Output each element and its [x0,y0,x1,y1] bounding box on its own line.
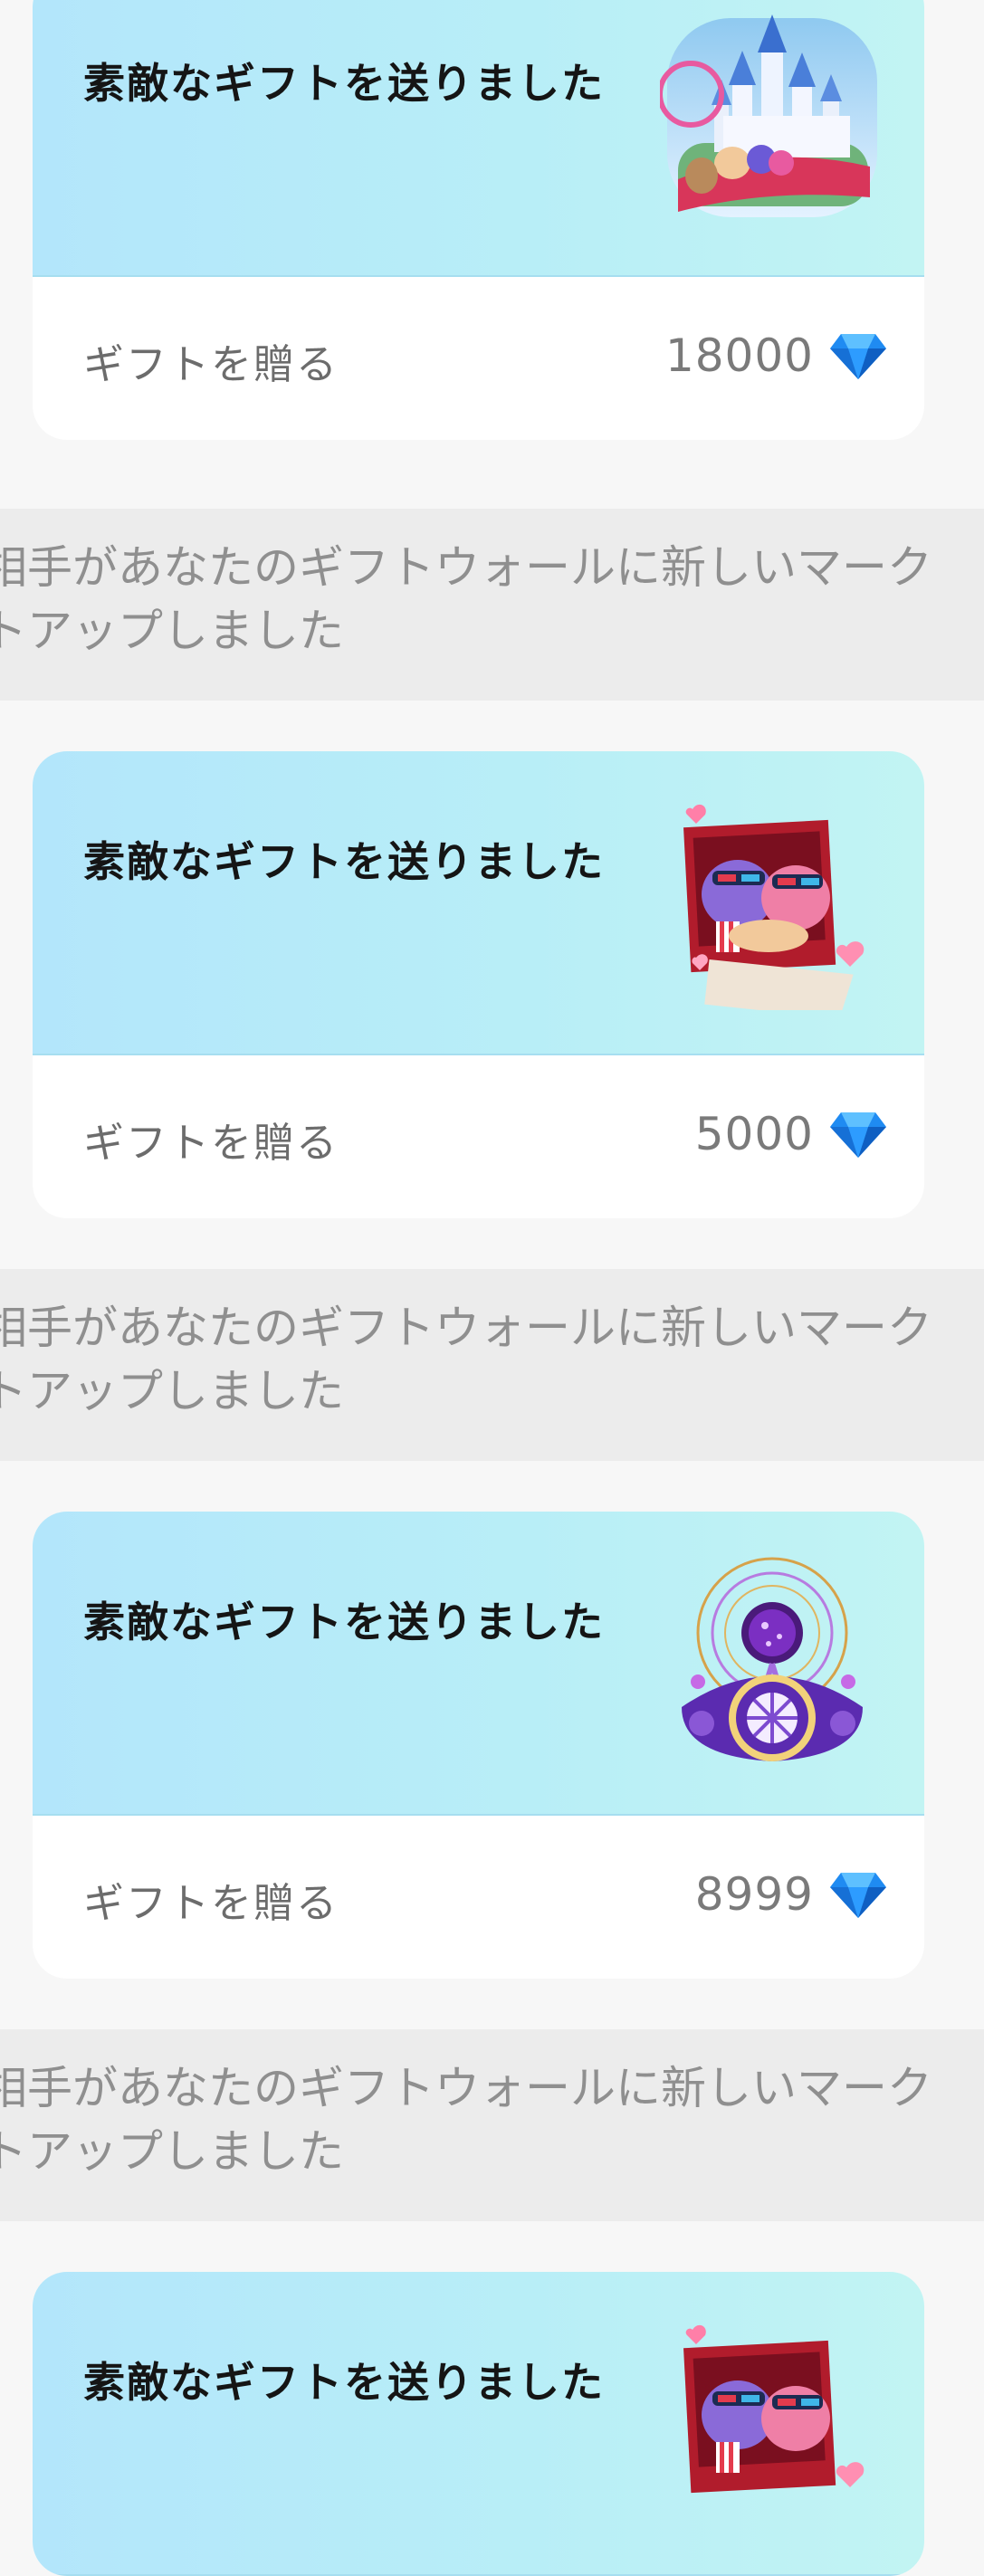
system-notice-text: 相手があなたのギフトウォールに新しいマーク トアップしました [0,536,984,663]
gift-message-card[interactable]: 素敵なギフトを送りました [33,0,924,440]
diamond-icon [830,334,886,379]
ferris-wheel-gift-icon [682,1557,863,1761]
gift-card-header: 素敵なギフトを送りました [33,751,924,1055]
gift-price: 18000 [665,329,888,382]
send-gift-button[interactable]: ギフトを贈る [83,331,339,390]
diamond-icon [830,1112,886,1158]
system-notice: 相手があなたのギフトウォールに新しいマーク トアップしました [0,2029,984,2221]
gift-card-title: 素敵なギフトを送りました [83,59,605,108]
gift-message-card[interactable]: 素敵なギフトを送りました [33,2272,924,2576]
castle-gift-icon [660,14,877,217]
gift-card-title: 素敵なギフトを送りました [83,1598,605,1646]
gift-card-header: 素敵なギフトを送りました [33,0,924,277]
gift-card-footer: ギフトを贈る 5000 [33,1055,924,1218]
diamond-icon [830,1873,886,1918]
system-notice-text: 相手があなたのギフトウォールに新しいマーク トアップしました [0,1296,984,1423]
gift-card-title: 素敵なギフトを送りました [83,837,605,886]
gift-card-title: 素敵なギフトを送りました [83,2358,605,2407]
system-notice: 相手があなたのギフトウォールに新しいマーク トアップしました [0,509,984,701]
gift-card-header: 素敵なギフトを送りました [33,2272,924,2576]
gift-card-footer: ギフトを贈る 18000 [33,277,924,440]
movie-date-gift-icon [683,804,865,1010]
gift-price: 8999 [695,1868,888,1921]
gift-price-value: 5000 [694,1108,814,1160]
gift-price-value: 18000 [664,329,814,382]
chat-feed: 素敵なギフトを送りました ギフトを贈る 18000 相手があなたのギフトウォール… [0,0,984,2576]
gift-price: 5000 [695,1108,888,1160]
system-notice-text: 相手があなたのギフトウォールに新しいマーク トアップしました [0,2056,984,2183]
notice-line-2: トアップしました [0,1365,344,1417]
notice-line-2: トアップしました [0,2125,344,2178]
gift-message-card[interactable]: 素敵なギフトを送りました [33,751,924,1218]
notice-line-1: 相手があなたのギフトウォールに新しいマーク [0,1302,932,1354]
gift-message-card[interactable]: 素敵なギフトを送りました ギフトを贈る 8999 [33,1512,924,1979]
gift-card-footer: ギフトを贈る 8999 [33,1816,924,1979]
system-notice: 相手があなたのギフトウォールに新しいマーク トアップしました [0,1269,984,1461]
notice-line-1: 相手があなたのギフトウォールに新しいマーク [0,2062,932,2114]
gift-card-header: 素敵なギフトを送りました [33,1512,924,1816]
movie-date-gift-icon [683,2324,865,2494]
send-gift-button[interactable]: ギフトを贈る [83,1870,339,1929]
gift-price-value: 8999 [694,1868,814,1921]
notice-line-1: 相手があなたのギフトウォールに新しいマーク [0,541,932,594]
send-gift-button[interactable]: ギフトを贈る [83,1110,339,1169]
notice-line-2: トアップしました [0,605,344,657]
